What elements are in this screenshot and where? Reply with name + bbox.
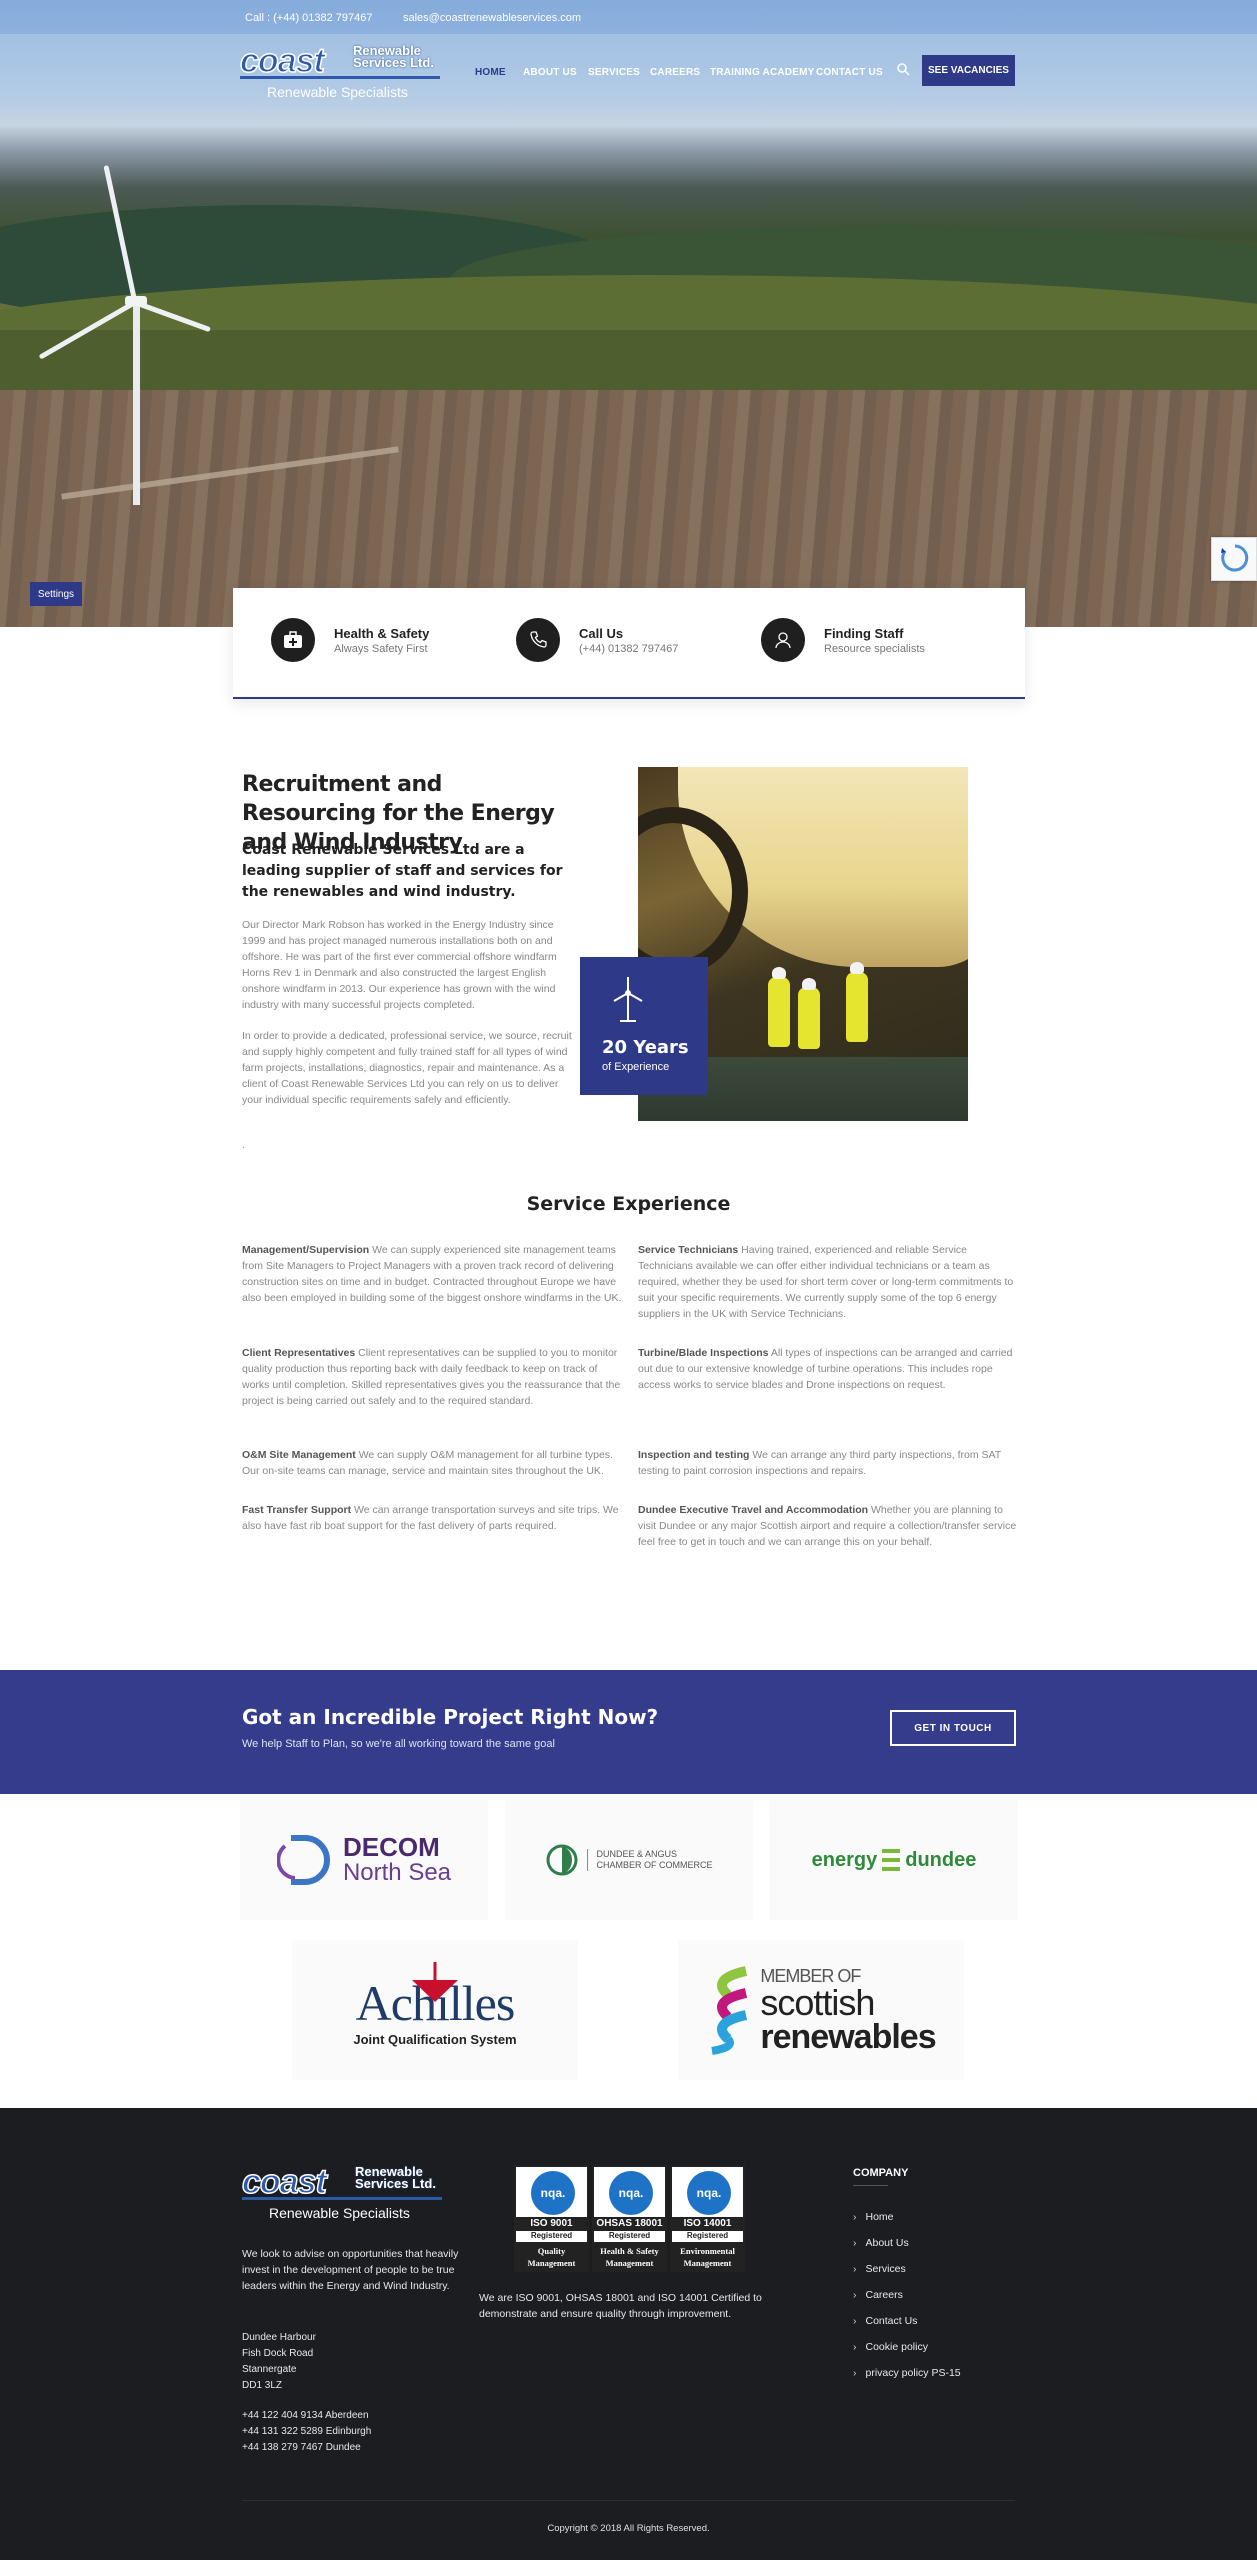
- settings-button[interactable]: Settings: [30, 582, 82, 606]
- scottish-renewables-logo[interactable]: MEMBER OF scottish renewables: [678, 1940, 964, 2080]
- site-logo[interactable]: coast Renewable Services Ltd. Renewable S…: [239, 41, 440, 100]
- energy-dundee-logo[interactable]: energy dundee: [770, 1800, 1018, 1920]
- logo-renewable: Renewable Services Ltd.: [353, 43, 434, 70]
- experience-badge: 20 Years of Experience: [580, 957, 708, 1095]
- service-item: Client Representatives Client representa…: [242, 1347, 621, 1407]
- experience-years: 20 Years: [602, 1037, 689, 1058]
- feature-sub: Resource specialists: [824, 643, 925, 655]
- nav-about-us[interactable]: ABOUT US: [523, 67, 577, 78]
- nav-contact-us[interactable]: CONTACT US: [816, 67, 883, 78]
- service-item: Dundee Executive Travel and Accommodatio…: [638, 1504, 1017, 1548]
- footer-link-cookie-policy[interactable]: Cookie policy: [853, 2341, 928, 2353]
- footer-link-home[interactable]: Home: [853, 2211, 894, 2223]
- feature-finding-staff: Finding Staff Resource specialists: [761, 618, 981, 664]
- footer-address: Dundee Harbour Fish Dock Road Stannergate D…: [242, 2332, 316, 2391]
- get-in-touch-button[interactable]: GET IN TOUCH: [890, 1710, 1016, 1746]
- feature-health-safety: Health & Safety Always Safety First: [271, 618, 491, 664]
- achilles-logo[interactable]: Achilles Joint Qualification System: [292, 1940, 578, 2080]
- service-item: O&M Site Management We can supply O&M ma…: [242, 1449, 613, 1477]
- search-icon[interactable]: [896, 62, 910, 76]
- wind-turbine-icon: [610, 975, 646, 1025]
- feature-sub: Always Safety First: [334, 643, 428, 655]
- footer-link-services[interactable]: Services: [853, 2263, 906, 2275]
- experience-label: of Experience: [602, 1061, 670, 1073]
- features-box: Health & Safety Always Safety First Call…: [233, 588, 1025, 699]
- logo-tagline: Renewable Specialists: [267, 84, 408, 100]
- iso-9001-badge: nqa. ISO 9001 Registered Quality Management: [514, 2165, 589, 2272]
- dundee-angus-chamber-logo[interactable]: DUNDEE & ANGUS CHAMBER OF COMMERCE: [505, 1800, 753, 1920]
- nav-home[interactable]: HOME: [475, 67, 506, 78]
- footer-about: We look to advise on opportunities that …: [242, 2248, 459, 2292]
- recruitment-paragraph-2: In order to provide a dedicated, profess…: [242, 1030, 572, 1106]
- see-vacancies-button[interactable]: SEE VACANCIES: [922, 55, 1015, 86]
- nav-services[interactable]: SERVICES: [588, 67, 640, 78]
- footer-link-about-us[interactable]: About Us: [853, 2237, 909, 2249]
- top-email[interactable]: sales@coastrenewableservices.com: [403, 12, 581, 24]
- ohsas-18001-badge: nqa. OHSAS 18001 Registered Health & Safet…: [592, 2165, 667, 2272]
- service-item: Service Technicians Having trained, expe…: [638, 1244, 1014, 1320]
- feature-sub[interactable]: (+44) 01382 797467: [579, 643, 678, 655]
- footer-company-title: COMPANY: [853, 2167, 909, 2179]
- feature-title: Finding Staff: [824, 626, 904, 641]
- recruitment-lead: Coast Renewable Services Ltd are a leadi…: [242, 842, 563, 900]
- phone-icon: [516, 618, 560, 662]
- first-aid-icon: [271, 618, 315, 662]
- footer-link-contact-us[interactable]: Contact Us: [853, 2315, 918, 2327]
- service-item: Inspection and testing We can arrange an…: [638, 1449, 1001, 1477]
- service-item: Turbine/Blade Inspections All types of i…: [638, 1347, 1013, 1391]
- footer-iso-text: We are ISO 9001, OHSAS 18001 and ISO 140…: [479, 2292, 762, 2320]
- feature-title: Health & Safety: [334, 626, 430, 641]
- cta-subtitle: We help Staff to Plan, so we're all work…: [242, 1738, 555, 1750]
- footer-logo[interactable]: coast Renewable Services Ltd. Renewable S…: [241, 2162, 442, 2221]
- footer-link-privacy-policy[interactable]: privacy policy PS-15: [853, 2367, 961, 2379]
- recruitment-paragraph-1: Our Director Mark Robson has worked in t…: [242, 919, 557, 1011]
- feature-title: Call Us: [579, 626, 624, 641]
- iso-14001-badge: nqa. ISO 14001 Registered Environmental Man…: [670, 2165, 745, 2272]
- footer-link-careers[interactable]: Careers: [853, 2289, 903, 2301]
- feature-call-us: Call Us (+44) 01382 797467: [516, 618, 736, 664]
- service-item: Management/Supervision We can supply exp…: [242, 1244, 622, 1304]
- cta-banner: Got an Incredible Project Right Now? We …: [0, 1670, 1257, 1794]
- cta-title: Got an Incredible Project Right Now?: [242, 1705, 659, 1729]
- service-experience-title: Service Experience: [526, 1193, 731, 1215]
- top-phone[interactable]: Call : (+44) 01382 797467: [245, 12, 373, 24]
- nav-careers[interactable]: CAREERS: [650, 67, 700, 78]
- user-icon: [761, 618, 805, 662]
- footer-phones: +44 122 404 9134 Aberdeen +44 131 322 528…: [242, 2410, 372, 2453]
- decom-north-sea-logo[interactable]: DECOM North Sea: [240, 1800, 488, 1920]
- recruitment-dot: .: [242, 1140, 245, 1151]
- nav-training-academy[interactable]: TRAINING ACADEMY: [710, 67, 815, 78]
- recaptcha-badge[interactable]: [1211, 537, 1257, 581]
- top-contact-bar: Call : (+44) 01382 797467 sales@coastren…: [0, 0, 1257, 35]
- service-item: Fast Transfer Support We can arrange tra…: [242, 1504, 619, 1532]
- copyright: Copyright © 2018 All Rights Reserved.: [547, 2523, 710, 2534]
